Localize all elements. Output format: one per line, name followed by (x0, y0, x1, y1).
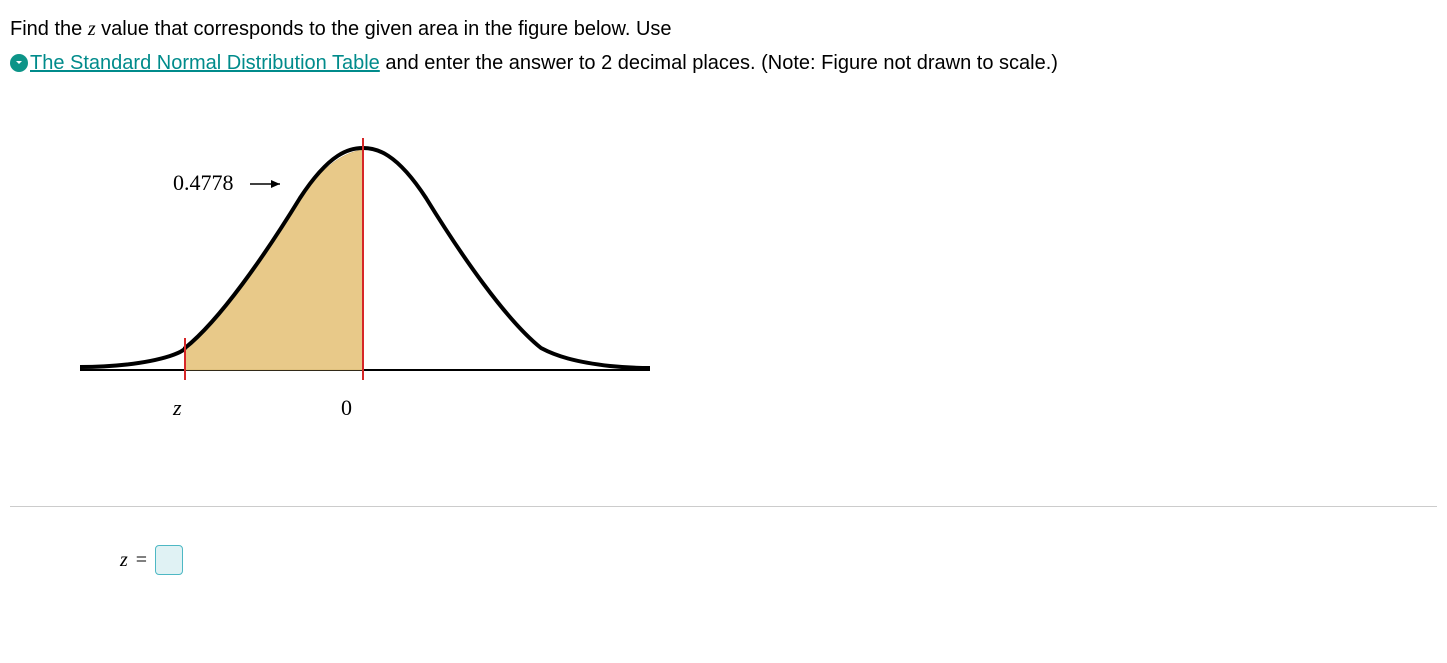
answer-row: z = (10, 506, 1437, 575)
normal-curve-figure: 0.4778 0 z (70, 130, 1437, 446)
z-value-input[interactable] (155, 545, 183, 575)
normal-table-link[interactable]: The Standard Normal Distribution Table (30, 52, 380, 74)
question-part1: Find the (10, 18, 88, 40)
area-value-label: 0.4778 (173, 170, 234, 195)
center-tick-label: 0 (341, 395, 352, 420)
z-tick-label: z (172, 395, 182, 420)
z-variable: z (88, 18, 96, 40)
question-text: Find the z value that corresponds to the… (10, 12, 1437, 80)
answer-z-label: z (120, 549, 128, 572)
link-badge-icon (10, 54, 28, 72)
question-part3: and enter the answer to 2 decimal places… (380, 52, 1058, 74)
question-part2: value that corresponds to the given area… (96, 18, 672, 40)
equals-sign: = (136, 549, 147, 572)
